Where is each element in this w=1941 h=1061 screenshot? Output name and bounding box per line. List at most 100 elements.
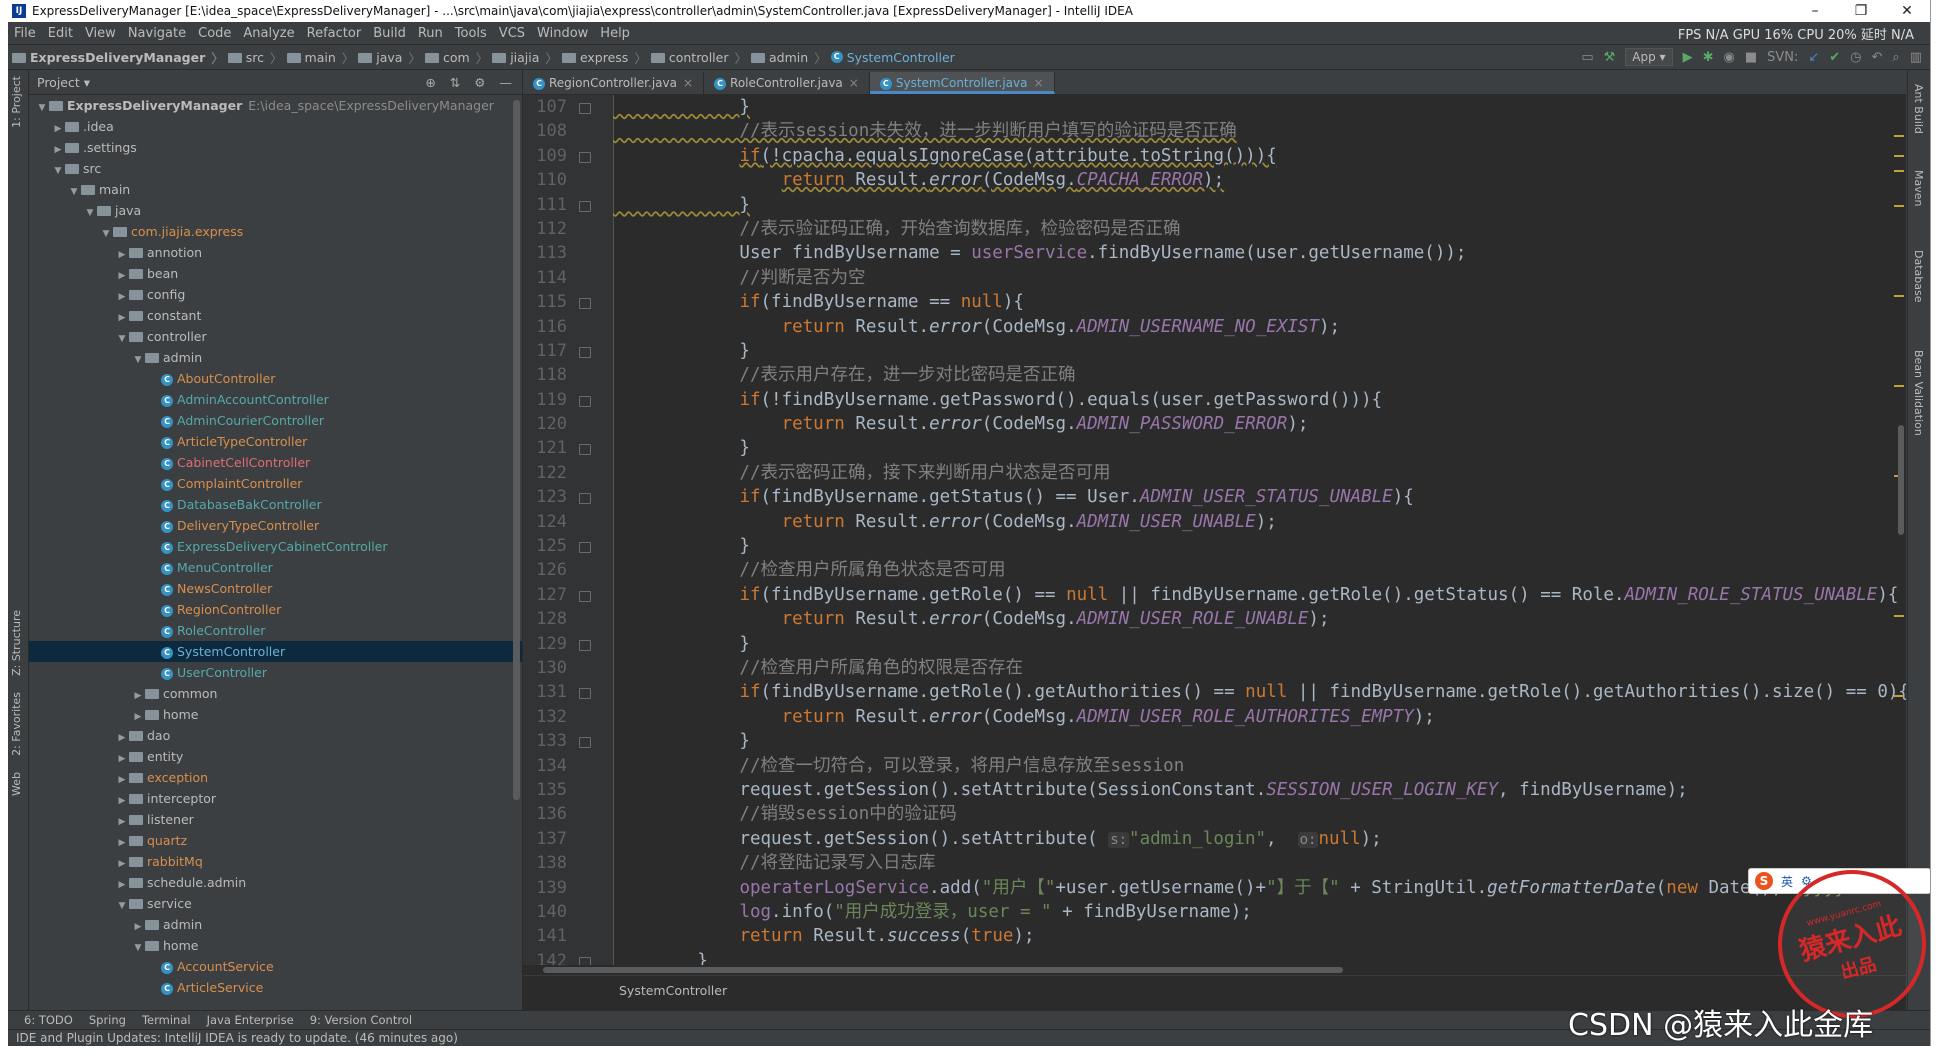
fold-marker-icon[interactable]	[579, 590, 591, 602]
hide-icon[interactable]: —	[500, 75, 513, 90]
code-line[interactable]: 123 if(findByUsername.getStatus() == Use…	[523, 485, 1906, 509]
tree-folder-item[interactable]: ▶ annotion	[29, 242, 522, 263]
tab-region-controller[interactable]: C RegionController.java ×	[523, 72, 705, 94]
gear-icon[interactable]: ⚙	[474, 75, 485, 90]
debug-icon[interactable]: ✱	[1703, 50, 1714, 65]
tree-class-item[interactable]: C ArticleTypeController	[29, 431, 522, 452]
breadcrumb-jiajia[interactable]: jiajia 〉	[488, 48, 558, 67]
warning-marker[interactable]	[1894, 155, 1904, 157]
menu-navigate[interactable]: Navigate	[122, 26, 192, 41]
code-line[interactable]: 139 operaterLogService.add("用户【"+user.ge…	[523, 876, 1906, 900]
tree-class-item[interactable]: C AboutController	[29, 368, 522, 389]
warning-marker[interactable]	[1894, 135, 1904, 137]
database-tool-tab[interactable]: Database	[1912, 250, 1925, 303]
tree-class-item[interactable]: C ExpressDeliveryCabinetController	[29, 536, 522, 557]
code-editor[interactable]: 107 } 108 //表示session未失效，进一步判断用户填写的验证码是否正…	[523, 95, 1906, 965]
run-configuration-select[interactable]: App ▾	[1625, 48, 1673, 66]
code-line[interactable]: 142 }	[523, 949, 1906, 965]
svn-commit-icon[interactable]: ✔	[1829, 50, 1840, 65]
code-line[interactable]: 107 }	[523, 95, 1906, 119]
fold-marker-icon[interactable]	[579, 956, 591, 965]
tree-folder-item[interactable]: ▶ .idea	[29, 116, 522, 137]
code-line[interactable]: 117 }	[523, 339, 1906, 363]
tree-class-item[interactable]: C RegionController	[29, 599, 522, 620]
menu-refactor[interactable]: Refactor	[301, 26, 368, 41]
editor-vertical-scrollbar[interactable]	[1898, 425, 1904, 535]
tree-folder-item[interactable]: ▶ dao	[29, 725, 522, 746]
tree-class-item[interactable]: C UserController	[29, 662, 522, 683]
tree-class-item[interactable]: C SystemController	[29, 641, 522, 662]
history-icon[interactable]: ◷	[1850, 50, 1861, 65]
tree-class-item[interactable]: C RoleController	[29, 620, 522, 641]
fold-marker-icon[interactable]	[579, 542, 591, 554]
fold-marker-icon[interactable]	[579, 639, 591, 651]
tree-class-item[interactable]: C AdminCourierController	[29, 410, 522, 431]
tree-class-item[interactable]: C AdminAccountController	[29, 389, 522, 410]
project-scrollbar[interactable]	[513, 100, 520, 800]
tree-folder-item[interactable]: ▶ quartz	[29, 830, 522, 851]
code-line[interactable]: 114 //判断是否为空	[523, 266, 1906, 290]
code-line[interactable]: 112 //表示验证码正确，开始查询数据库，检验密码是否正确	[523, 217, 1906, 241]
code-line[interactable]: 128 return Result.error(CodeMsg.ADMIN_US…	[523, 607, 1906, 631]
tree-folder-item[interactable]: ▶ home	[29, 704, 522, 725]
maven-tool-tab[interactable]: Maven	[1912, 170, 1925, 206]
menu-view[interactable]: View	[79, 26, 122, 41]
close-tab-icon[interactable]: ×	[683, 76, 693, 90]
tree-folder-item[interactable]: ▶ config	[29, 284, 522, 305]
tree-class-item[interactable]: C AccountService	[29, 956, 522, 977]
close-tab-icon[interactable]: ×	[1033, 76, 1043, 90]
tree-folder-item[interactable]: ▶ exception	[29, 767, 522, 788]
tree-folder-item[interactable]: ▼ ExpressDeliveryManager E:\idea_space\Exp…	[29, 95, 522, 116]
structure-tool-tab[interactable]: Z: Structure	[10, 610, 23, 676]
code-line[interactable]: 136 //销毁session中的验证码	[523, 802, 1906, 826]
tree-folder-item[interactable]: ▶ rabbitMq	[29, 851, 522, 872]
menu-build[interactable]: Build	[367, 26, 412, 41]
fold-marker-icon[interactable]	[579, 151, 591, 163]
java-enterprise-tool-button[interactable]: Java Enterprise	[207, 1013, 294, 1027]
fold-marker-icon[interactable]	[579, 493, 591, 505]
code-line[interactable]: 133 }	[523, 729, 1906, 753]
breadcrumb-admin[interactable]: admin 〉	[747, 48, 827, 67]
build-hammer-icon[interactable]: ⚒	[1604, 50, 1616, 65]
run-icon[interactable]: ▶	[1683, 50, 1693, 65]
ant-build-tool-tab[interactable]: Ant Build	[1912, 84, 1925, 134]
code-line[interactable]: 129 }	[523, 632, 1906, 656]
warning-marker[interactable]	[1894, 205, 1904, 207]
breadcrumb-controller[interactable]: controller 〉	[647, 48, 747, 67]
menu-run[interactable]: Run	[412, 26, 449, 41]
collapse-all-icon[interactable]: ⇅	[450, 75, 460, 90]
tree-folder-item[interactable]: ▶ .settings	[29, 137, 522, 158]
fold-marker-icon[interactable]	[579, 103, 591, 114]
tree-folder-item[interactable]: ▼ src	[29, 158, 522, 179]
fold-marker-icon[interactable]	[579, 346, 591, 358]
tree-class-item[interactable]: C MenuController	[29, 557, 522, 578]
tab-system-controller[interactable]: C SystemController.java ×	[869, 72, 1055, 94]
fold-marker-icon[interactable]	[579, 200, 591, 212]
breadcrumb-express[interactable]: express 〉	[558, 48, 647, 67]
menu-file[interactable]: File	[8, 26, 42, 41]
code-line[interactable]: 132 return Result.error(CodeMsg.ADMIN_US…	[523, 705, 1906, 729]
code-line[interactable]: 141 return Result.success(true);	[523, 924, 1906, 948]
code-line[interactable]: 119 if(!findByUsername.getPassword().equ…	[523, 388, 1906, 412]
breadcrumb-src[interactable]: src 〉	[224, 48, 283, 67]
todo-tool-button[interactable]: 6: TODO	[24, 1013, 73, 1027]
close-tab-icon[interactable]: ×	[849, 76, 859, 90]
tree-folder-item[interactable]: ▼ main	[29, 179, 522, 200]
svn-update-icon[interactable]: ↙	[1808, 50, 1819, 65]
tree-class-item[interactable]: C NewsController	[29, 578, 522, 599]
fold-marker-icon[interactable]	[579, 737, 591, 749]
search-icon[interactable]: ⌕	[1892, 50, 1899, 65]
code-line[interactable]: 120 return Result.error(CodeMsg.ADMIN_PA…	[523, 412, 1906, 436]
tree-class-item[interactable]: C DeliveryTypeController	[29, 515, 522, 536]
project-structure-icon[interactable]: ▭	[1581, 50, 1593, 65]
tree-folder-item[interactable]: ▶ interceptor	[29, 788, 522, 809]
favorites-tool-tab[interactable]: 2: Favorites	[10, 692, 23, 756]
warning-marker[interactable]	[1894, 170, 1904, 172]
tree-class-item[interactable]: C CabinetCellController	[29, 452, 522, 473]
menu-analyze[interactable]: Analyze	[237, 26, 300, 41]
tree-folder-item[interactable]: ▼ home	[29, 935, 522, 956]
code-line[interactable]: 137 request.getSession().setAttribute( s…	[523, 827, 1906, 851]
menu-code[interactable]: Code	[192, 26, 237, 41]
stop-icon[interactable]: ■	[1745, 50, 1757, 65]
code-line[interactable]: 127 if(findByUsername.getRole() == null …	[523, 583, 1906, 607]
